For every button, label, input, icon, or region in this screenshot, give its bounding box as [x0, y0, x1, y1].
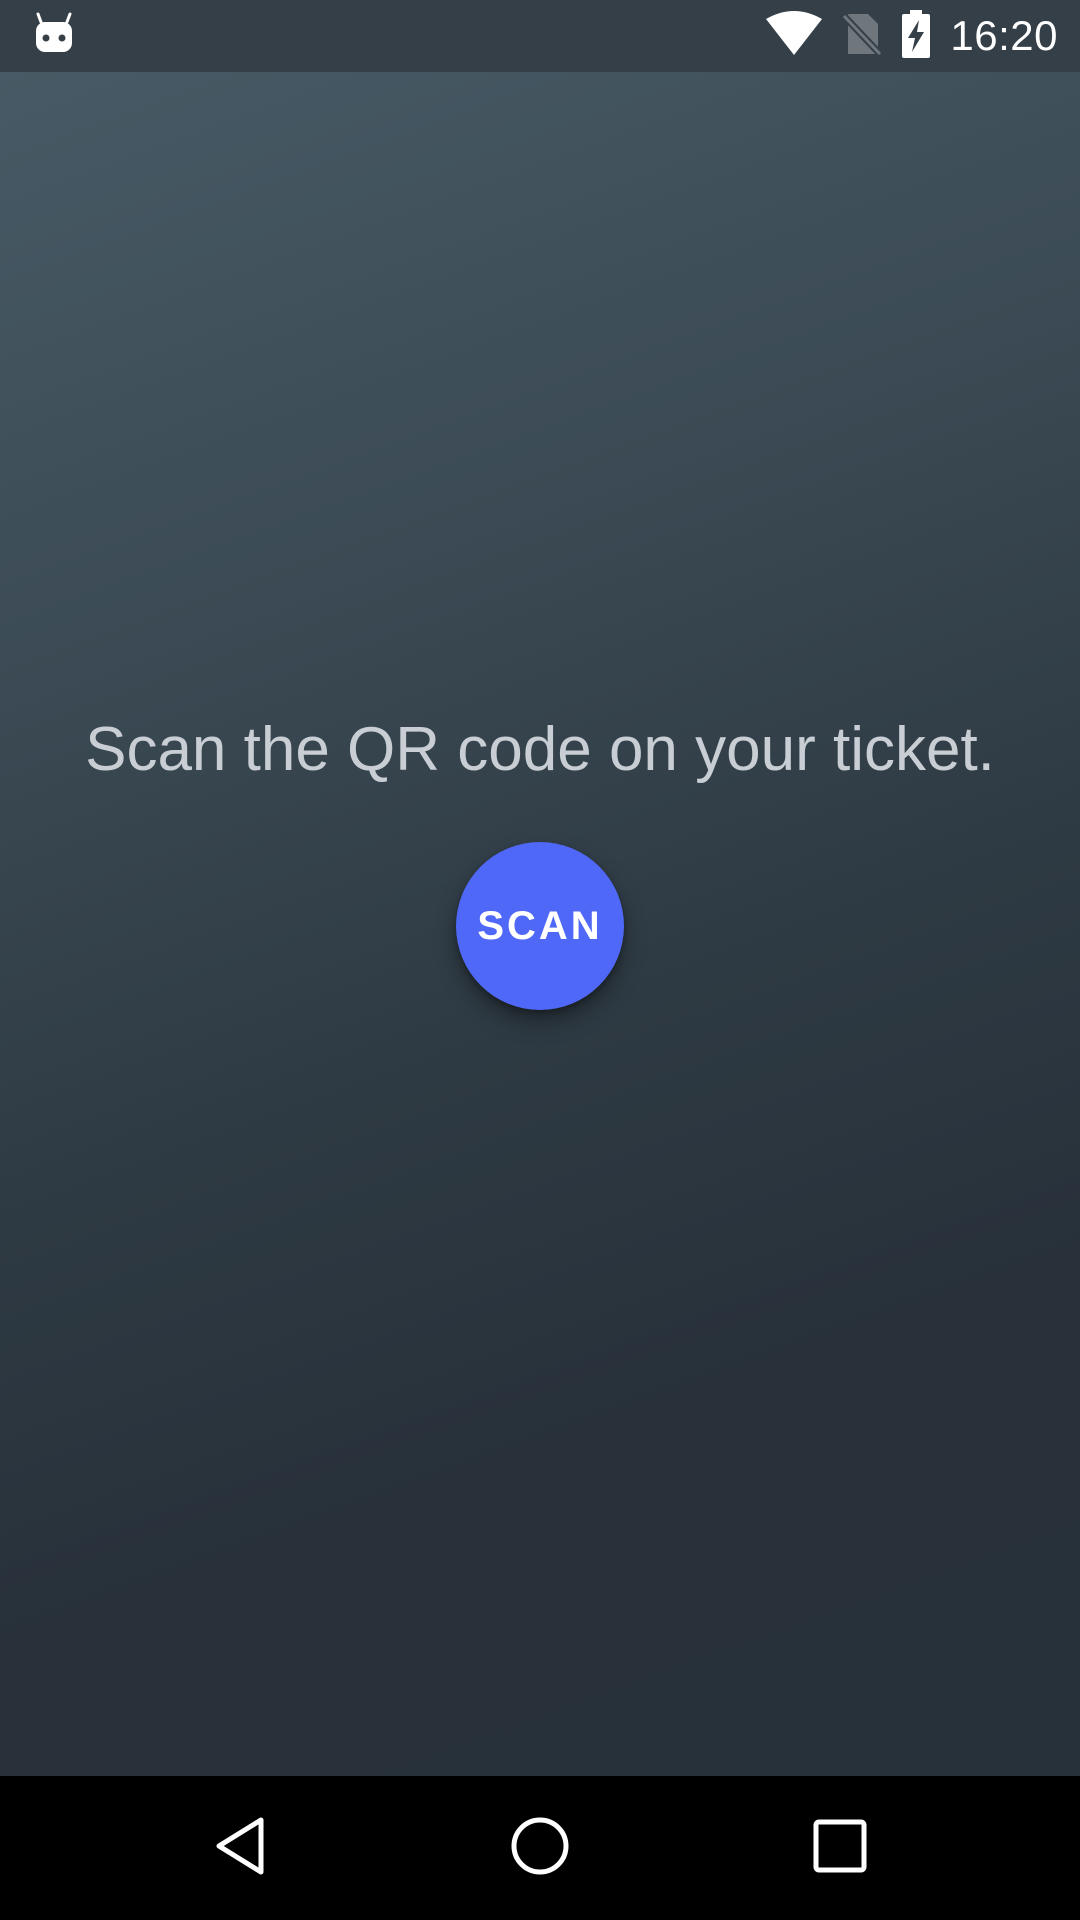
- home-icon: [508, 1814, 572, 1883]
- navigation-bar: [0, 1776, 1080, 1920]
- no-sim-icon: [841, 12, 883, 61]
- wifi-icon: [764, 10, 824, 62]
- scan-prompt: Scan the QR code on your ticket.: [85, 715, 995, 784]
- home-button[interactable]: [490, 1798, 590, 1898]
- android-notification-icon: [34, 12, 74, 60]
- main-content: Scan the QR code on your ticket. SCAN: [0, 72, 1080, 1776]
- recents-button[interactable]: [790, 1798, 890, 1898]
- back-button[interactable]: [191, 1798, 291, 1898]
- status-clock: 16:20: [950, 12, 1058, 59]
- recents-icon: [812, 1818, 868, 1879]
- back-icon: [211, 1814, 271, 1883]
- status-bar: 16:20: [0, 0, 1080, 72]
- scan-button[interactable]: SCAN: [456, 842, 624, 1010]
- battery-charging-icon: [900, 9, 932, 63]
- status-icons: 16:20: [764, 0, 1058, 72]
